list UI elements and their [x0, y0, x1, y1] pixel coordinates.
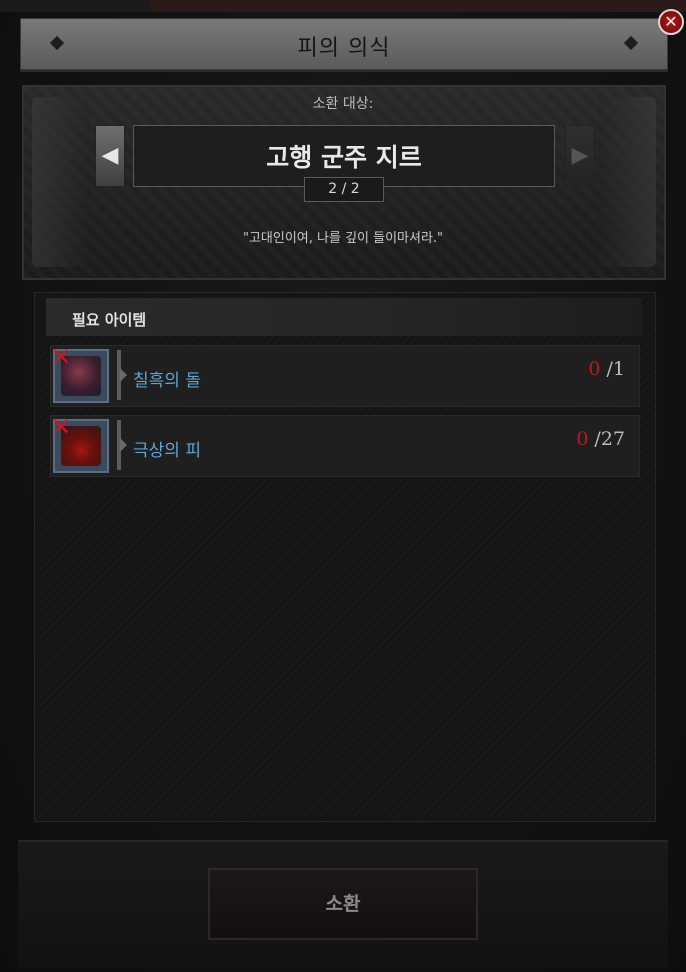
top-edge	[0, 0, 686, 12]
required-items-title: 필요 아이템	[72, 311, 147, 329]
item-have-count: 0	[576, 428, 589, 450]
triangle-right-icon: ▶	[571, 143, 589, 168]
title-bar: 피의 의식	[20, 18, 668, 72]
boss-quote: "고대인이여, 나를 깊이 들이마셔라."	[242, 231, 444, 246]
close-icon: ✕	[664, 12, 678, 31]
item-icon-frame: ✕	[51, 415, 109, 473]
list-item[interactable]: ✕ 칠흑의 돌 0/1	[50, 345, 640, 407]
item-name[interactable]: 칠흑의 돌	[133, 366, 201, 391]
window-title: 피의 의식	[297, 36, 391, 61]
item-have-count: 0	[588, 358, 601, 380]
list-item[interactable]: ✕ 극상의 피 0/27	[50, 415, 640, 477]
required-items-header: 필요 아이템	[46, 298, 642, 336]
boss-name: 고행 군주 지르	[266, 143, 422, 172]
close-button[interactable]: ✕	[658, 9, 684, 35]
row-pointer-icon	[117, 350, 127, 400]
item-need-count: /1	[606, 358, 626, 380]
top-edge-cap	[0, 0, 150, 12]
page-indicator: 2 / 2	[304, 177, 384, 202]
item-count: 0/27	[576, 428, 625, 450]
summon-button[interactable]: 소환	[208, 868, 478, 940]
missing-x-icon: ✕	[51, 413, 72, 441]
next-boss-button[interactable]: ▶	[565, 125, 595, 187]
item-name[interactable]: 극상의 피	[133, 436, 201, 461]
item-count: 0/1	[588, 358, 625, 380]
item-need-count: /27	[594, 428, 625, 450]
missing-x-icon: ✕	[51, 343, 72, 371]
prev-boss-button[interactable]: ◀	[95, 125, 125, 187]
row-pointer-icon	[117, 420, 127, 470]
summon-target-label: 소환 대상:	[312, 96, 374, 112]
item-icon-frame: ✕	[51, 345, 109, 403]
triangle-left-icon: ◀	[101, 143, 119, 168]
